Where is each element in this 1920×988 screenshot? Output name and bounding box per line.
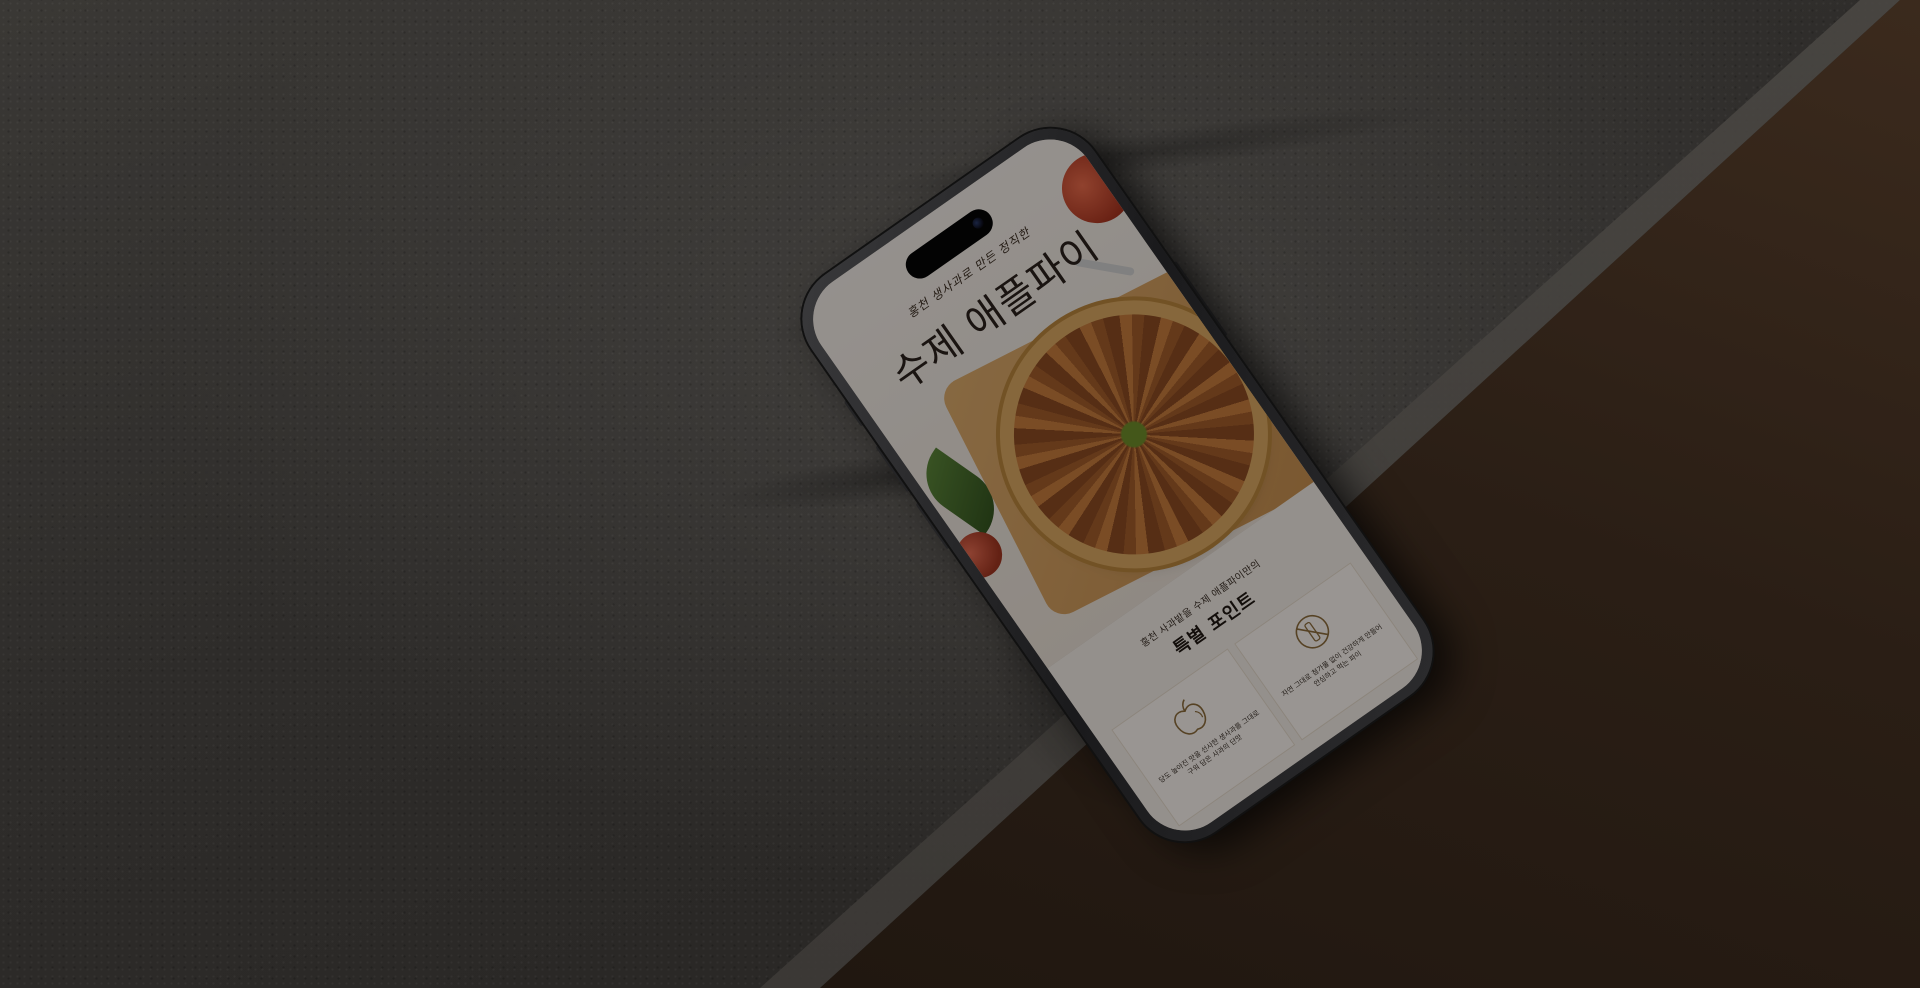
camera-icon: [970, 215, 986, 232]
product-mockup-scene: 홍천 생사과로 만든 정직한 수제 애플파이 홍천 사과밭을 수제 애플파이만의…: [0, 0, 1920, 988]
